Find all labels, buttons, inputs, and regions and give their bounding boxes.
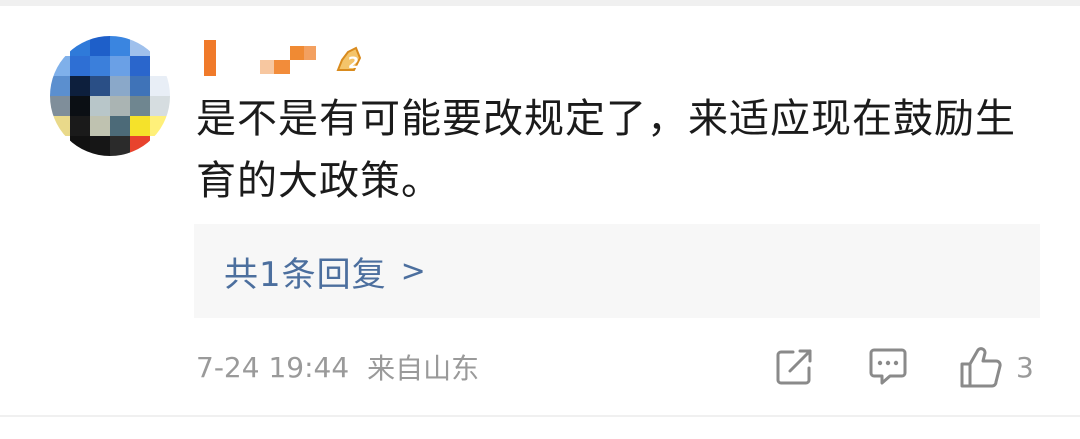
avatar-pixel: [130, 116, 150, 136]
avatar-pixel: [90, 56, 110, 76]
avatar-pixel: [90, 116, 110, 136]
avatar-pixel: [110, 116, 130, 136]
username-mosaic-block: [304, 46, 316, 60]
view-replies-label: 共1条回复: [224, 254, 387, 295]
avatar-pixel: [130, 36, 150, 56]
view-replies-link[interactable]: 共1条回复 >: [224, 247, 427, 296]
avatar-pixel: [110, 76, 130, 96]
avatar-pixel: [110, 36, 130, 56]
avatar-pixel: [90, 96, 110, 116]
avatar-pixel: [110, 96, 130, 116]
avatar-pixel: [50, 96, 70, 116]
chevron-right-icon: >: [400, 253, 427, 289]
avatar-pixel: [90, 36, 110, 56]
comment-text: 是不是有可能要改规定了，来适应现在鼓励生育的大政策。: [196, 96, 1016, 204]
avatar-pixel: [110, 136, 130, 156]
username-mosaic-block: [290, 46, 304, 60]
fan-badge-number: 2: [348, 53, 359, 72]
like-count: 3: [1016, 350, 1034, 384]
bottom-divider: [0, 415, 1080, 417]
avatar-pixel: [70, 76, 90, 96]
avatar-pixel: [150, 116, 170, 136]
avatar-pixel: [130, 136, 150, 156]
username-mosaic-block: [274, 60, 290, 74]
avatar-pixel: [130, 56, 150, 76]
share-button[interactable]: [773, 344, 815, 390]
timestamp: 7-24 19:44: [196, 350, 350, 384]
avatar-pixel: [130, 96, 150, 116]
avatar-pixel: [50, 36, 70, 56]
avatar-pixel: [150, 56, 170, 76]
avatar-pixel: [90, 76, 110, 96]
avatar-pixel: [70, 136, 90, 156]
username-mosaic-block: [260, 60, 274, 74]
avatar-pixel: [50, 76, 70, 96]
comment-meta: 7-24 19:44 来自山东: [196, 347, 479, 387]
comment-button[interactable]: [866, 344, 910, 390]
like-button[interactable]: 3: [958, 344, 1034, 390]
location: 来自山东: [367, 352, 480, 385]
comment-bubble-icon: [869, 348, 907, 385]
avatar-pixel: [70, 116, 90, 136]
avatar-pixel: [150, 76, 170, 96]
avatar-pixel: [70, 36, 90, 56]
avatar-pixel: [110, 56, 130, 76]
username-mosaic-block: [204, 40, 216, 76]
avatar-pixel: [70, 96, 90, 116]
avatar-pixel: [130, 76, 150, 96]
avatar-pixel: [150, 136, 170, 156]
avatar-pixel: [50, 136, 70, 156]
top-divider: [0, 0, 1080, 6]
avatar[interactable]: [50, 36, 170, 156]
avatar-pixel: [150, 36, 170, 56]
reply-box[interactable]: 共1条回复 >: [194, 224, 1040, 318]
avatar-pixel: [70, 56, 90, 76]
share-edit-icon: [776, 349, 812, 385]
fan-badge-icon: 2: [330, 40, 370, 80]
avatar-pixel: [150, 96, 170, 116]
avatar-pixel: [50, 116, 70, 136]
avatar-pixel: [90, 136, 110, 156]
avatar-pixel: [50, 56, 70, 76]
thumbs-up-icon: [960, 347, 1002, 388]
